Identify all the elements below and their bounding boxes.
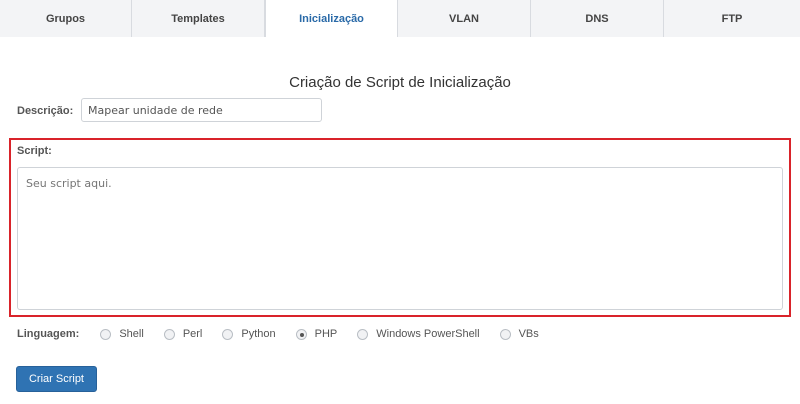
radio-button[interactable]	[222, 328, 234, 340]
script-textarea[interactable]	[17, 167, 783, 310]
tab-vlan[interactable]: VLAN	[398, 0, 531, 37]
radio-option-perl[interactable]: Perl	[163, 328, 203, 340]
radio-label: Python	[241, 328, 276, 340]
tab-dns[interactable]: DNS	[531, 0, 664, 37]
radio-button[interactable]	[499, 328, 511, 340]
tab-ftp[interactable]: FTP	[664, 0, 800, 37]
radio-label: Perl	[182, 328, 203, 340]
script-form-panel: Criação de Script de Inicialização Descr…	[0, 37, 800, 404]
radio-option-powershell[interactable]: Windows PowerShell	[357, 328, 480, 340]
radio-button-selected[interactable]	[295, 328, 307, 340]
language-selector: Linguagem: Shell Perl Python PHP Windows…	[17, 326, 559, 342]
description-input[interactable]	[81, 98, 322, 122]
radio-button[interactable]	[100, 328, 112, 340]
radio-label: Shell	[119, 328, 144, 340]
description-label: Descrição:	[17, 105, 74, 117]
tab-bar: Grupos Templates Inicialização VLAN DNS …	[0, 0, 800, 38]
radio-button[interactable]	[163, 328, 175, 340]
script-highlight-box: Script:	[9, 138, 791, 317]
create-script-button[interactable]: Criar Script	[16, 366, 97, 392]
script-label: Script:	[17, 145, 52, 157]
radio-option-vbs[interactable]: VBs	[499, 328, 539, 340]
radio-label: VBs	[518, 328, 539, 340]
radio-option-python[interactable]: Python	[222, 328, 276, 340]
page-title: Criação de Script de Inicialização	[289, 74, 511, 91]
tab-grupos[interactable]: Grupos	[0, 0, 132, 37]
radio-label: PHP	[314, 328, 338, 340]
language-label: Linguagem:	[17, 328, 80, 340]
tab-inicializacao[interactable]: Inicialização	[265, 0, 398, 38]
radio-option-shell[interactable]: Shell	[100, 328, 144, 340]
radio-option-php[interactable]: PHP	[295, 328, 338, 340]
tab-templates[interactable]: Templates	[132, 0, 265, 37]
radio-label: Windows PowerShell	[376, 328, 480, 340]
radio-button[interactable]	[357, 328, 369, 340]
